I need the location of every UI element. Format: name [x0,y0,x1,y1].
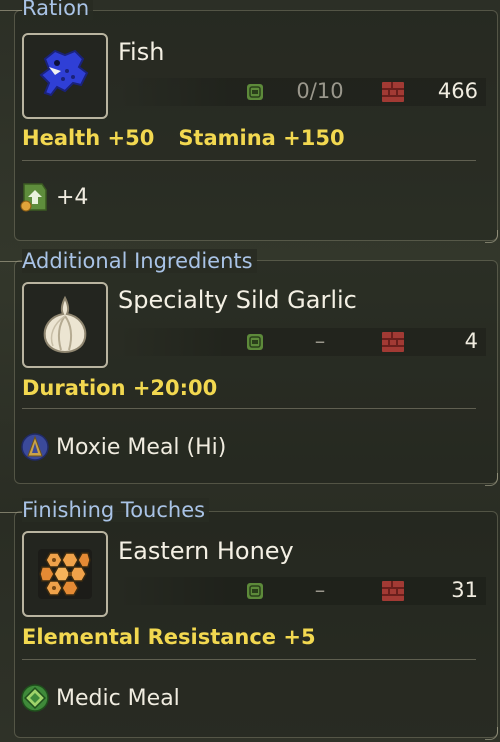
item-pouch-icon [247,84,263,100]
honey-icon [38,549,92,599]
additional-pouch-count: – [314,329,326,353]
garlic-icon [43,295,87,354]
additional-ingredients-section: Additional Ingredients Specialty Sild Ga… [0,248,500,488]
additional-item-slot[interactable] [22,282,108,368]
additional-skill: Moxie Meal (Hi) [20,432,226,462]
finishing-pouch-count: – [314,578,326,602]
finishing-item-name: Eastern Honey [118,537,294,565]
finishing-touches-section: Finishing Touches Eastern Honey – 31 Ele… [0,497,500,742]
ration-section: Ration Fish 0/10 466 Health +50 Stamina … [0,0,500,245]
ration-bonus: +4 [20,182,88,212]
ration-effects: Health +50 Stamina +150 [22,126,345,150]
additional-stock-row: – 4 [116,328,486,356]
section-title-additional: Additional Ingredients [22,249,257,273]
finishing-box-count: 31 [451,578,478,602]
finishing-stock-row: – 31 [116,577,486,605]
moxie-meal-icon [21,433,49,461]
additional-box-count: 4 [464,329,478,353]
item-box-icon [382,581,404,601]
ration-item-name: Fish [118,38,165,66]
section-divider [22,408,476,409]
upgrade-scroll-icon [20,183,47,212]
ration-pouch-count: 0/10 [296,79,344,103]
ration-effect-stamina: Stamina +150 [178,126,345,150]
medic-meal-icon [21,684,49,712]
panel-corner-decor [485,230,498,243]
ration-effect-health: Health +50 [22,126,155,150]
fish-icon [39,49,89,97]
additional-skill-label: Moxie Meal (Hi) [56,434,227,460]
additional-item-name: Specialty Sild Garlic [118,286,357,314]
item-pouch-icon [247,583,263,599]
ration-stock-row: 0/10 466 [116,78,486,106]
finishing-skill: Medic Meal [20,683,180,713]
finishing-item-slot[interactable] [22,531,108,617]
section-title-finishing: Finishing Touches [22,498,210,522]
item-box-icon [382,82,404,102]
item-box-icon [382,332,404,352]
ration-item-slot[interactable] [22,33,108,119]
ration-box-count: 466 [437,79,478,103]
section-divider [22,659,476,660]
finishing-skill-label: Medic Meal [56,685,180,711]
section-divider [22,160,476,161]
item-pouch-icon [247,334,263,350]
panel-corner-decor [485,473,498,486]
finishing-effect: Elemental Resistance +5 [22,625,316,649]
panel-corner-decor [485,727,498,740]
ration-bonus-label: +4 [56,184,89,210]
section-title-ration: Ration [22,0,94,20]
additional-effect: Duration +20:00 [22,376,218,400]
